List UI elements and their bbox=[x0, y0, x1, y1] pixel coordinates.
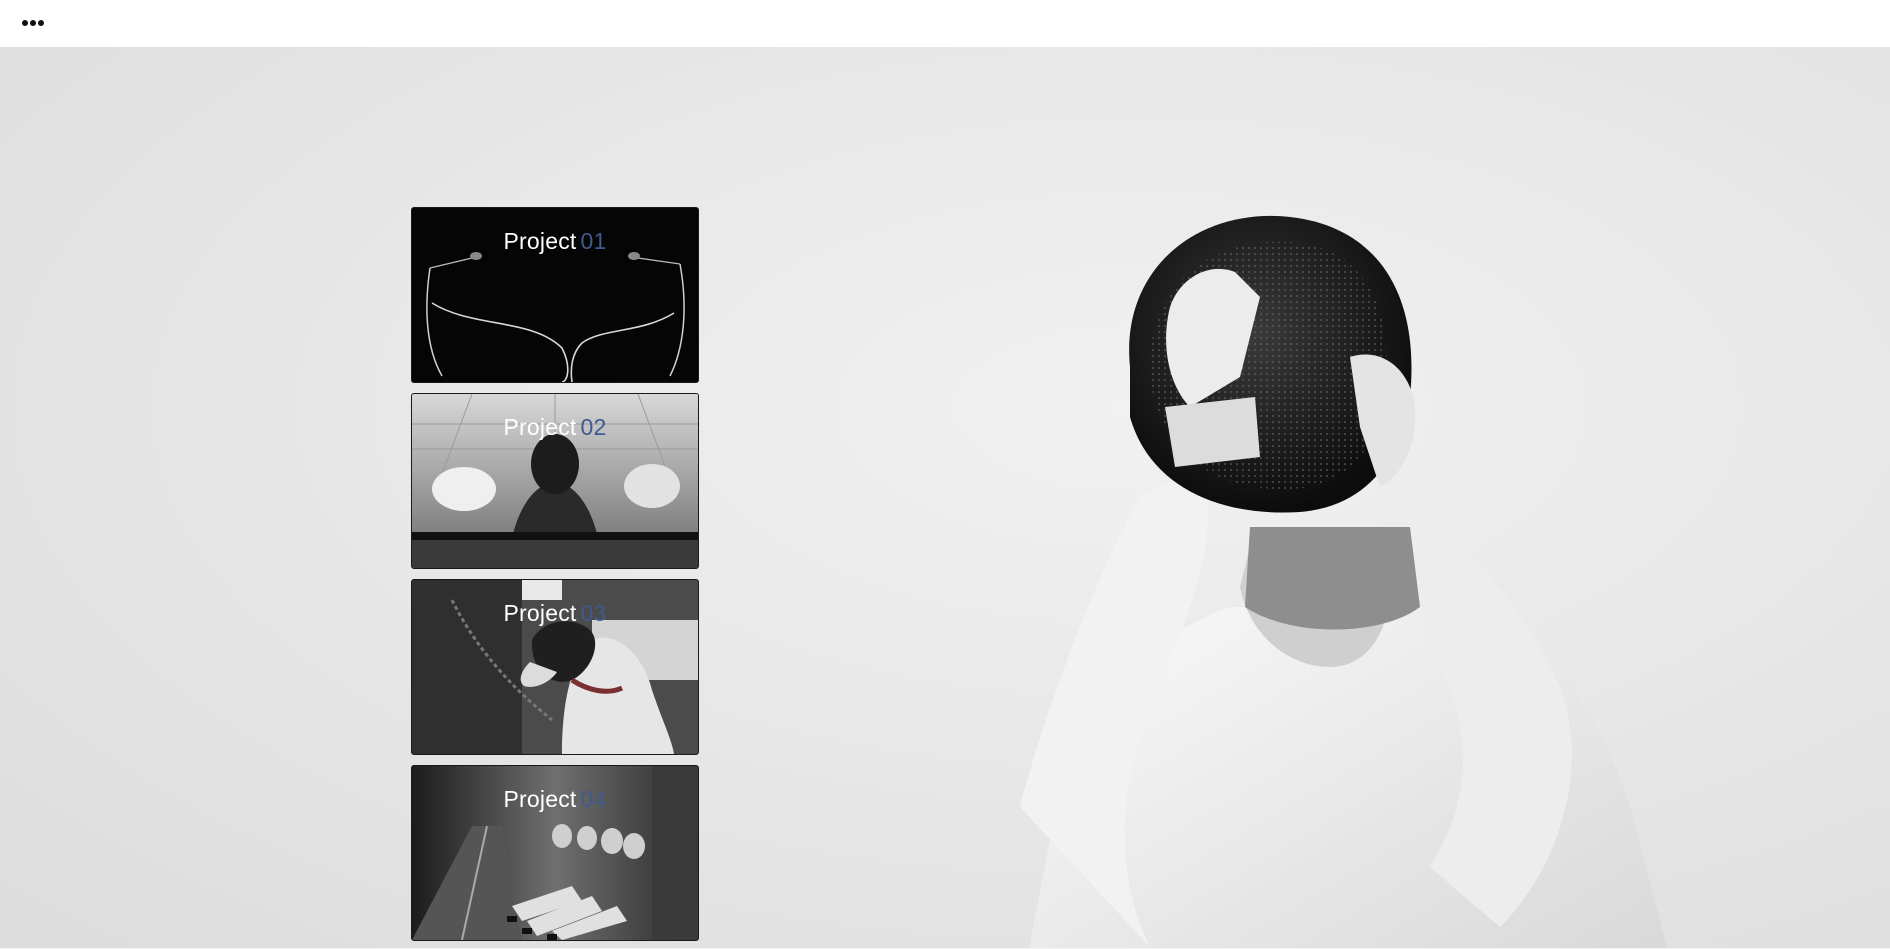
project-list: Project 01 Project 02 Project 03 Project… bbox=[411, 207, 699, 949]
project-card[interactable]: Project 01 bbox=[411, 207, 699, 383]
project-word: Project bbox=[503, 414, 577, 440]
menu-dot bbox=[38, 20, 44, 26]
more-horizontal-icon[interactable] bbox=[22, 18, 44, 28]
project-title: Project 03 bbox=[412, 600, 698, 627]
project-title: Project 02 bbox=[412, 414, 698, 441]
project-card[interactable]: Project 02 bbox=[411, 393, 699, 569]
project-word: Project bbox=[503, 228, 577, 254]
hero-section: Project 01 Project 02 Project 03 Project… bbox=[0, 47, 1890, 949]
project-card[interactable]: Project 04 bbox=[411, 765, 699, 941]
project-number: 01 bbox=[580, 228, 607, 254]
menu-dot bbox=[30, 20, 36, 26]
fencer-photo bbox=[1020, 215, 1668, 949]
project-title: Project 01 bbox=[412, 228, 698, 255]
project-card[interactable]: Project 03 bbox=[411, 579, 699, 755]
project-number: 04 bbox=[580, 786, 607, 812]
project-number: 02 bbox=[580, 414, 607, 440]
project-word: Project bbox=[503, 786, 577, 812]
menu-dot bbox=[22, 20, 28, 26]
project-word: Project bbox=[503, 600, 577, 626]
top-bar bbox=[0, 0, 1890, 47]
project-number: 03 bbox=[580, 600, 607, 626]
project-title: Project 04 bbox=[412, 786, 698, 813]
